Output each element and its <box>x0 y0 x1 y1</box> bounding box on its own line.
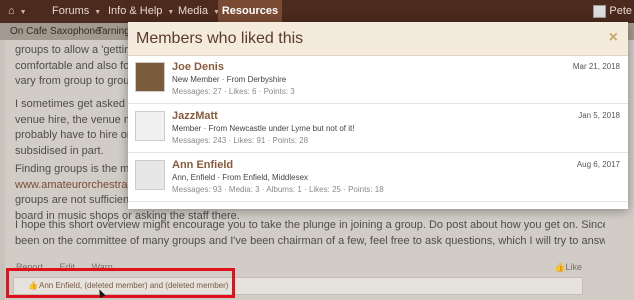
home-nav[interactable]: ⌂ ▼ <box>8 0 27 23</box>
subnav-item[interactable]: On Cafe Saxophone <box>10 23 101 40</box>
member-title: Member · From Newcastle under Lyme but n… <box>172 124 355 133</box>
modal-title: Members who liked this <box>136 30 304 47</box>
member-row: Joe Denis New Member · From Derbyshire M… <box>128 56 628 104</box>
post-paragraph: I hope this short overview might encoura… <box>15 219 605 247</box>
top-navigation: ⌂ ▼ Forums ▼ Info & Help ▼ Media ▼ Resources… <box>0 0 634 23</box>
member-stats: Messages: 93 · Media: 3 · Albums: 1 · Li… <box>172 185 384 194</box>
avatar[interactable] <box>135 62 165 92</box>
thumbs-up-icon: 👍 <box>554 262 566 272</box>
user-menu[interactable]: Pete <box>593 0 634 23</box>
member-name[interactable]: Joe Denis <box>172 61 224 73</box>
member-title: Ann, Enfield · From Enfield, Middlesex <box>172 173 309 182</box>
nav-resources[interactable]: Resources <box>218 0 282 23</box>
like-button[interactable]: 👍Like <box>554 262 582 273</box>
close-icon[interactable]: × <box>609 29 618 47</box>
like-date: Aug 6, 2017 <box>576 160 620 169</box>
amateur-orchestras-link[interactable]: www.amateurorchestras.c <box>15 179 142 191</box>
home-icon: ⌂ <box>8 5 15 17</box>
highlight-annotation <box>6 268 235 298</box>
member-stats: Messages: 243 · Likes: 91 · Points: 28 <box>172 136 309 145</box>
member-row: Ann Enfield Ann, Enfield · From Enfield,… <box>128 154 628 202</box>
avatar[interactable] <box>135 160 165 190</box>
nav-forums[interactable]: Forums ▼ <box>52 0 101 23</box>
nav-info-help[interactable]: Info & Help ▼ <box>108 0 174 23</box>
nav-media[interactable]: Media ▼ <box>178 0 220 23</box>
like-date: Mar 21, 2018 <box>572 62 620 71</box>
like-date: Jan 5, 2018 <box>578 111 620 120</box>
member-name[interactable]: JazzMatt <box>172 110 218 122</box>
modal-header: Members who liked this × <box>128 22 628 56</box>
member-stats: Messages: 27 · Likes: 6 · Points: 3 <box>172 87 295 96</box>
liked-members-modal: Members who liked this × Joe Denis New M… <box>128 22 628 209</box>
member-row: JazzMatt Member · From Newcastle under L… <box>128 105 628 153</box>
member-name[interactable]: Ann Enfield <box>172 159 233 171</box>
avatar <box>593 4 607 18</box>
member-title: New Member · From Derbyshire <box>172 75 287 84</box>
avatar[interactable] <box>135 111 165 141</box>
